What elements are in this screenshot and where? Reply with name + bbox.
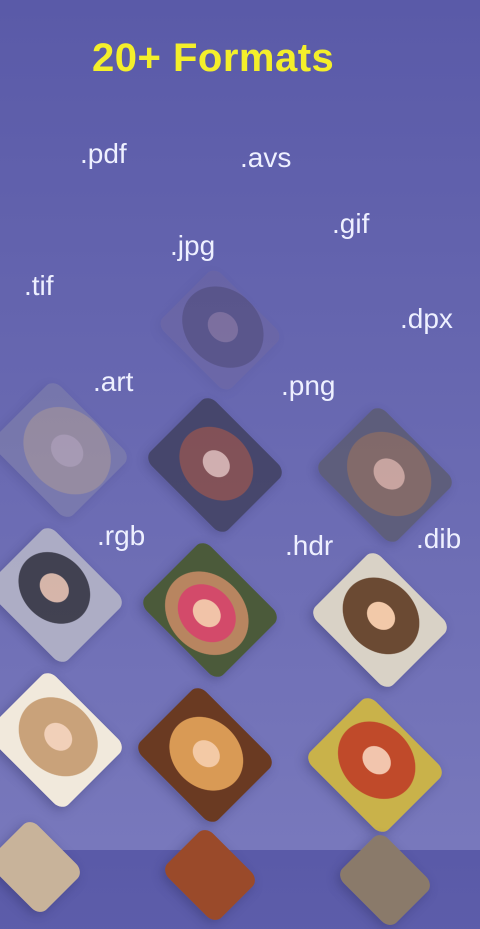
thumbnail-8[interactable] bbox=[133, 683, 277, 827]
format-label-avs: .avs bbox=[240, 142, 292, 173]
format-label-pdf: .pdf bbox=[80, 138, 127, 169]
format-label-tif: .tif bbox=[24, 270, 54, 301]
thumbnail-bottom-2 bbox=[160, 825, 260, 925]
thumbnail-bottom-3 bbox=[335, 830, 435, 929]
format-label-png: .png bbox=[281, 370, 336, 401]
thumbnail-9[interactable] bbox=[303, 693, 447, 837]
format-label-gif: .gif bbox=[332, 208, 370, 239]
thumbnail-7[interactable] bbox=[0, 668, 127, 812]
thumbnail-1[interactable] bbox=[0, 378, 132, 522]
format-label-dib: .dib bbox=[416, 523, 462, 554]
thumbnail-2[interactable] bbox=[143, 393, 287, 537]
thumbnail-faded bbox=[156, 266, 284, 394]
format-label-hdr: .hdr bbox=[285, 530, 334, 561]
thumbnail-6[interactable] bbox=[308, 548, 452, 692]
format-label-dpx: .dpx bbox=[400, 303, 453, 334]
format-label-rgb: .rgb bbox=[97, 520, 146, 551]
format-label-art: .art bbox=[93, 366, 134, 397]
page-title: 20+ Formats bbox=[92, 36, 335, 80]
format-label-jpg: .jpg bbox=[170, 230, 216, 261]
thumbnail-5[interactable] bbox=[138, 538, 282, 682]
thumbnail-bottom-1 bbox=[0, 817, 85, 917]
